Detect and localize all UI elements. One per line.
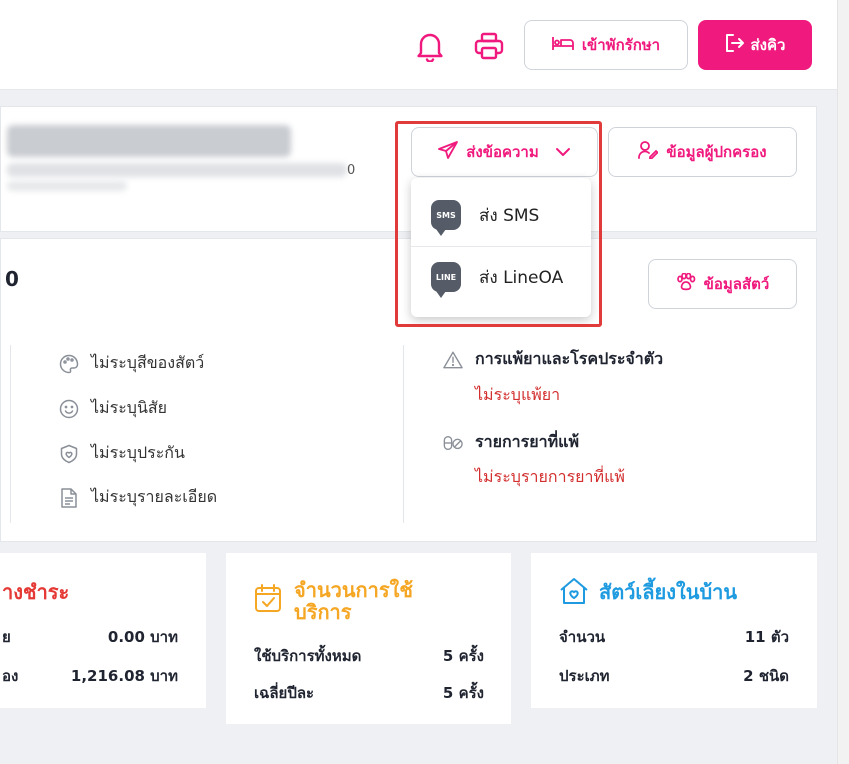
logout-arrow-icon <box>725 34 745 56</box>
household-row-2: ประเภท 2 ชนิด <box>559 664 789 688</box>
payment-row-1: ย 0.00 บาท <box>2 625 178 649</box>
payment-stat-card: างชำระ ย 0.00 บาท อง 1,216.08 บาท <box>0 553 206 708</box>
drug-section-title: รายการยาที่แพ้ <box>443 430 579 455</box>
payment-title: างชำระ <box>2 580 70 604</box>
pet-info-button[interactable]: ข้อมูลสัตว์ <box>648 259 797 309</box>
owner-contact-blurred <box>7 163 347 177</box>
payment-row-2: อง 1,216.08 บาท <box>2 664 178 688</box>
send-queue-button[interactable]: ส่งคิว <box>698 20 812 70</box>
vertical-scrollbar[interactable] <box>837 0 849 764</box>
owner-name-blurred <box>7 125 291 157</box>
pet-id-fragment: 0 <box>5 267 19 291</box>
bell-icon[interactable] <box>412 28 448 64</box>
household-row-2-label: ประเภท <box>559 667 610 685</box>
pills-icon <box>443 433 463 453</box>
owner-sub-blurred <box>7 181 127 191</box>
allergy-section-title: การแพ้ยาและโรคประจำตัว <box>443 347 663 372</box>
usage-title-line-2: บริการ <box>294 600 352 624</box>
document-icon <box>59 487 79 508</box>
usage-row-1: ใช้บริการทั้งหมด 5 ครั้ง <box>254 644 484 668</box>
admit-button-label: เข้าพักรักษา <box>581 36 661 54</box>
admit-button[interactable]: เข้าพักรักษา <box>524 20 688 70</box>
bed-icon <box>551 35 574 55</box>
pet-color-text: ไม่ระบุสีของสัตว์ <box>91 353 205 372</box>
palette-icon <box>59 354 79 374</box>
payment-row-2-value: 1,216.08 บาท <box>70 667 178 685</box>
drug-allergy-value: ไม่ระบุรายการยาที่แพ้ <box>475 467 625 486</box>
household-row-1: จำนวน 11 ตัว <box>559 625 789 649</box>
shield-icon <box>59 444 79 464</box>
pet-info-label: ข้อมูลสัตว์ <box>703 275 770 293</box>
household-stat-card: สัตว์เลี้ยงในบ้าน จำนวน 11 ตัว ประเภท 2 … <box>531 553 817 708</box>
pet-insurance-row: ไม่ระบุประกัน <box>59 441 185 466</box>
payment-row-1-value: 0.00 บาท <box>107 628 178 646</box>
send-queue-label: ส่งคิว <box>750 36 786 54</box>
usage-title: จำนวนการใช้ บริการ <box>294 579 413 623</box>
smile-icon <box>59 399 79 419</box>
allergy-value: ไม่ระบุแพ้ยา <box>475 385 561 404</box>
highlight-box <box>395 121 602 327</box>
pet-insurance-text: ไม่ระบุประกัน <box>91 443 185 462</box>
allergy-title: การแพ้ยาและโรคประจำตัว <box>475 349 664 368</box>
guardian-info-button[interactable]: ข้อมูลผู้ปกครอง <box>608 127 797 177</box>
usage-row-2-value: 5 ครั้ง <box>442 684 484 702</box>
usage-stat-card: จำนวนการใช้ บริการ ใช้บริการทั้งหมด 5 คร… <box>226 553 511 724</box>
pet-temperament-row: ไม่ระบุนิสัย <box>59 396 167 421</box>
household-row-2-value: 2 ชนิด <box>743 667 789 685</box>
pet-description-row: ไม่ระบุรายละเอียด <box>59 485 217 510</box>
center-divider <box>403 345 404 523</box>
payment-row-2-label: อง <box>2 667 19 685</box>
household-title: สัตว์เลี้ยงในบ้าน <box>599 580 738 604</box>
owner-contact-suffix: 0 <box>347 163 356 178</box>
payment-row-1-label: ย <box>2 628 11 646</box>
drug-allergy-title: รายการยาที่แพ้ <box>475 432 579 451</box>
house-heart-icon <box>559 577 589 609</box>
pet-description-text: ไม่ระบุรายละเอียด <box>91 487 218 506</box>
usage-row-2: เฉลี่ยปีละ 5 ครั้ง <box>254 681 484 705</box>
paw-icon <box>676 272 696 295</box>
usage-title-line-1: จำนวนการใช้ <box>294 578 413 602</box>
calendar-check-icon <box>254 583 282 617</box>
usage-row-2-label: เฉลี่ยปีละ <box>254 684 315 702</box>
top-bar: เข้าพักรักษา ส่งคิว <box>0 0 837 90</box>
pet-color-row: ไม่ระบุสีของสัตว์ <box>59 351 204 376</box>
guardian-info-label: ข้อมูลผู้ปกครอง <box>666 143 767 161</box>
pet-temperament-text: ไม่ระบุนิสัย <box>91 398 168 417</box>
household-row-1-label: จำนวน <box>559 628 606 646</box>
left-divider <box>10 345 11 523</box>
user-edit-icon <box>638 141 660 163</box>
usage-row-1-value: 5 ครั้ง <box>442 647 484 665</box>
warning-triangle-icon <box>443 350 463 370</box>
printer-icon[interactable] <box>470 28 508 64</box>
usage-row-1-label: ใช้บริการทั้งหมด <box>254 647 362 665</box>
household-row-1-value: 11 ตัว <box>744 628 789 646</box>
